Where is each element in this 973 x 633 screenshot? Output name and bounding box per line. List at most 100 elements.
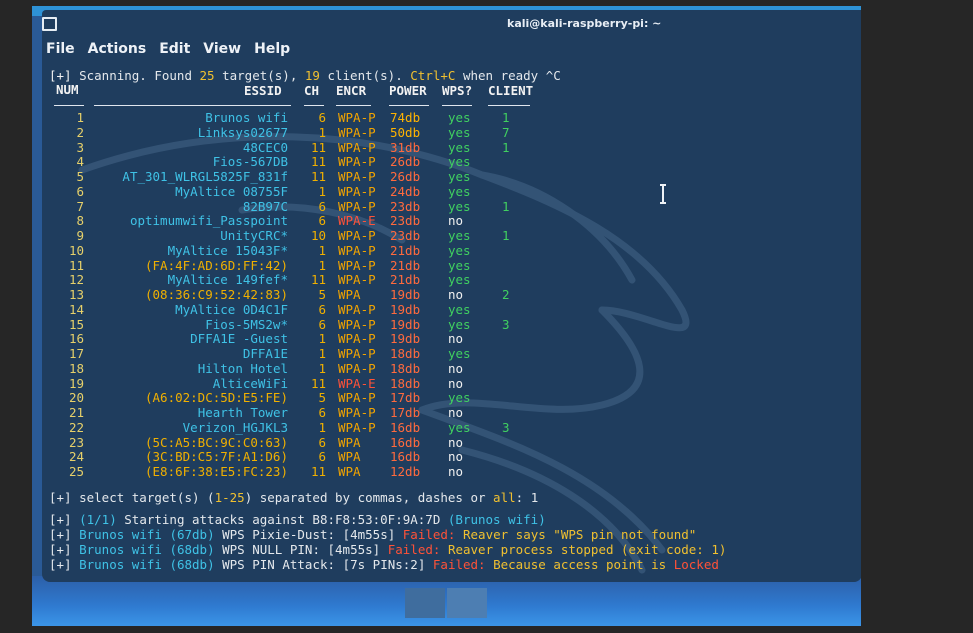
row-essid: (5C:A5:BC:9C:C0:63) (145, 434, 288, 450)
taskbar-button-2[interactable] (447, 588, 487, 618)
select-prompt-line[interactable]: [+] select target(s) (1-25) separated by… (49, 491, 538, 505)
ibeam-cursor-icon (660, 184, 666, 204)
row-essid: MyAltice 149fef* (167, 272, 288, 288)
row-essid: (A6:02:DC:5D:E5:FE) (145, 390, 288, 406)
menu-actions[interactable]: Actions (88, 41, 147, 59)
row-wps: yes (448, 169, 471, 184)
row-power: 16db (390, 419, 421, 435)
row-essid: DFFA1E (242, 346, 288, 361)
row-encryption: WPA-P (338, 331, 376, 347)
row-channel: 11 (310, 375, 326, 391)
desktop-screen: kali@kali-raspberry-pi: ~ File Actions E… (32, 6, 861, 626)
row-power: 23db (390, 198, 421, 214)
row-channel: 1 (318, 257, 326, 273)
row-essid: AlticeWiFi (212, 375, 288, 391)
row-channel: 11 (310, 169, 326, 184)
menu-help[interactable]: Help (254, 41, 290, 59)
row-wps: no (448, 405, 464, 420)
row-power: 19db (390, 331, 421, 347)
row-channel: 6 (318, 213, 326, 229)
row-client: 7 (502, 124, 510, 140)
row-power: 18db (390, 346, 421, 361)
terminal-titlebar[interactable]: kali@kali-raspberry-pi: ~ (42, 10, 861, 38)
row-encryption: WPA-P (338, 257, 376, 273)
row-essid: DFFA1E -Guest (190, 331, 288, 347)
row-essid: 82B97C (242, 198, 288, 214)
row-essid: MyAltice 0D4C1F (175, 301, 288, 317)
select-input[interactable]: 1 (531, 490, 539, 505)
row-power: 19db (390, 301, 421, 317)
row-channel: 6 (318, 110, 326, 125)
row-encryption: WPA (338, 287, 361, 302)
row-channel: 1 (318, 183, 326, 199)
row-wps: yes (448, 183, 471, 199)
row-essid: MyAltice 15043F* (167, 242, 288, 258)
menu-view[interactable]: View (203, 41, 241, 59)
row-essid: optimumwifi_Passpoint (129, 213, 288, 229)
row-encryption: WPA-P (338, 419, 376, 435)
row-wps: no (448, 287, 464, 302)
row-encryption: WPA-P (338, 110, 376, 125)
row-essid: Hilton Hotel (197, 360, 288, 376)
row-channel: 6 (318, 434, 326, 450)
row-power: 26db (390, 154, 421, 170)
row-power: 17db (390, 405, 421, 420)
row-power: 31db (390, 139, 421, 155)
header-wps: WPS? (442, 83, 473, 98)
row-channel: 11 (310, 154, 326, 170)
row-essid: UnityCRC* (220, 228, 288, 243)
row-client: 3 (502, 316, 510, 332)
row-encryption: WPA (338, 464, 361, 479)
row-power: 19db (390, 287, 421, 302)
row-essid: Brunos wifi (205, 110, 288, 125)
row-wps: yes (448, 419, 471, 435)
header-underline-essid (94, 105, 291, 106)
attack-pixie-line: [+] Brunos wifi (67db) WPS Pixie-Dust: [… (49, 527, 697, 542)
row-wps: no (448, 464, 464, 479)
row-channel: 1 (318, 331, 326, 347)
row-essid: (3C:BD:C5:7F:A1:D6) (145, 449, 288, 465)
row-encryption: WPA-P (338, 390, 376, 406)
terminal-icon[interactable] (42, 17, 57, 31)
row-client: 1 (502, 198, 510, 214)
header-ch: CH (304, 83, 320, 98)
row-power: 12db (390, 464, 421, 479)
row-wps: yes (448, 272, 471, 288)
row-essid: (E8:6F:38:E5:FC:23) (145, 464, 288, 479)
window-title: kali@kali-raspberry-pi: ~ (507, 17, 662, 30)
header-client: CLIENT (488, 83, 534, 98)
row-power: 23db (390, 213, 421, 229)
row-essid: AT_301_WLRGL5825F_831f (122, 169, 288, 184)
terminal-window[interactable]: kali@kali-raspberry-pi: ~ File Actions E… (42, 10, 861, 582)
menu-edit[interactable]: Edit (159, 41, 190, 59)
row-power: 26db (390, 169, 421, 184)
attack-null-pin-line: [+] Brunos wifi (68db) WPS NULL PIN: [4m… (49, 542, 727, 557)
row-encryption: WPA-P (338, 198, 376, 214)
row-encryption: WPA-P (338, 272, 376, 288)
row-wps: no (448, 375, 464, 391)
row-channel: 11 (310, 272, 326, 288)
attack-start-line: [+] (1/1) Starting attacks against B8:F8… (49, 512, 546, 527)
row-wps: no (448, 449, 464, 465)
row-essid: Verizon_HGJKL3 (182, 419, 288, 435)
row-wps: yes (448, 316, 471, 332)
menu-bar: File Actions Edit View Help (46, 41, 290, 59)
row-power: 21db (390, 242, 421, 258)
row-channel: 11 (310, 139, 326, 155)
header-underline-num (54, 105, 84, 106)
row-power: 50db (390, 124, 421, 140)
row-wps: yes (448, 110, 471, 125)
row-power: 23db (390, 228, 421, 243)
row-client: 1 (502, 228, 510, 243)
taskbar-button-1[interactable] (405, 588, 445, 618)
row-encryption: WPA-E (338, 213, 376, 229)
row-encryption: WPA-P (338, 124, 376, 140)
row-encryption: WPA-E (338, 375, 376, 391)
header-encr: ENCR (336, 83, 367, 98)
header-underline-encr (336, 105, 371, 106)
row-wps: yes (448, 242, 471, 258)
scan-status-line: [+] Scanning. Found 25 target(s), 19 cli… (49, 68, 561, 83)
row-encryption: WPA (338, 434, 361, 450)
row-channel: 5 (318, 287, 326, 302)
menu-file[interactable]: File (46, 41, 75, 59)
